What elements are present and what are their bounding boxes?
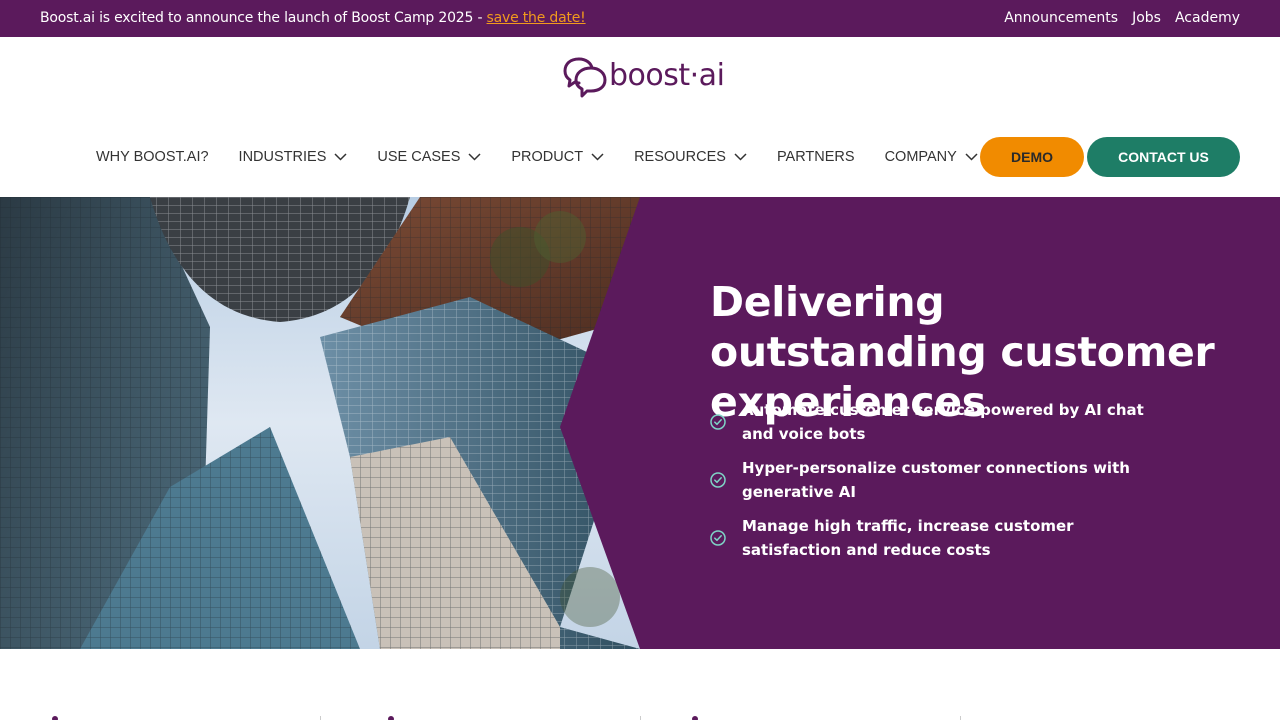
- section-icon-fragment: [692, 716, 698, 720]
- announcement-bar: Boost.ai is excited to announce the laun…: [0, 0, 1280, 37]
- nav-product[interactable]: PRODUCT: [511, 149, 604, 165]
- section-icon-fragment: [52, 716, 58, 720]
- announcements-link[interactable]: Announcements: [1004, 10, 1118, 26]
- utility-links: Announcements Jobs Academy: [1004, 10, 1240, 26]
- list-item: Manage high traffic, increase customer s…: [710, 514, 1170, 562]
- nav-industries[interactable]: INDUSTRIES: [239, 149, 348, 165]
- list-item: Automate customer service powered by AI …: [710, 398, 1170, 446]
- divider: [320, 716, 321, 720]
- divider: [960, 716, 961, 720]
- academy-link[interactable]: Academy: [1175, 10, 1240, 26]
- contact-us-button[interactable]: CONTACT US: [1087, 137, 1240, 177]
- nav-label: PARTNERS: [776, 149, 855, 165]
- chat-bubbles-logo-icon: [563, 57, 607, 98]
- jobs-link[interactable]: Jobs: [1132, 10, 1161, 26]
- announcement-text: Boost.ai is excited to announce the laun…: [40, 10, 487, 26]
- nav-resources[interactable]: RESOURCES: [634, 149, 747, 165]
- nav-label: USE CASES: [377, 149, 461, 165]
- main-nav: WHY BOOST.AI? INDUSTRIES USE CASES PRODU…: [96, 137, 1008, 177]
- logo-wordmark: boost·ai: [609, 57, 725, 93]
- section-icon-fragment: [388, 716, 394, 720]
- chevron-down-icon: [468, 153, 481, 161]
- benefit-text: Hyper-personalize customer connections w…: [742, 459, 1130, 501]
- hero-section: Delivering outstanding customer experien…: [0, 197, 1280, 649]
- check-circle-icon: [710, 414, 726, 430]
- nav-label: INDUSTRIES: [238, 149, 327, 165]
- nav-label: RESOURCES: [634, 149, 726, 165]
- nav-company[interactable]: COMPANY: [885, 149, 978, 165]
- nav-use-cases[interactable]: USE CASES: [377, 149, 481, 165]
- divider: [640, 716, 641, 720]
- skyscrapers-hero-image: [0, 197, 640, 649]
- chevron-down-icon: [334, 153, 347, 161]
- hero-benefits-list: Automate customer service powered by AI …: [710, 398, 1170, 572]
- save-the-date-link[interactable]: save the date!: [487, 10, 586, 26]
- demo-button[interactable]: DEMO: [980, 137, 1084, 177]
- boost-ai-logo[interactable]: boost·ai: [563, 55, 725, 99]
- nav-partners[interactable]: PARTNERS: [777, 149, 855, 165]
- chevron-down-icon: [734, 153, 747, 161]
- nav-label: PRODUCT: [511, 149, 584, 165]
- check-circle-icon: [710, 472, 726, 488]
- chevron-down-icon: [965, 153, 978, 161]
- nav-label: COMPANY: [884, 149, 957, 165]
- announcement-message: Boost.ai is excited to announce the laun…: [40, 10, 586, 26]
- benefit-text: Automate customer service powered by AI …: [742, 401, 1144, 443]
- list-item: Hyper-personalize customer connections w…: [710, 456, 1170, 504]
- chevron-down-icon: [591, 153, 604, 161]
- nav-why-boost[interactable]: WHY BOOST.AI?: [96, 149, 209, 165]
- nav-label: WHY BOOST.AI?: [96, 149, 209, 165]
- next-section-peek: [0, 700, 1280, 720]
- check-circle-icon: [710, 530, 726, 546]
- benefit-text: Manage high traffic, increase customer s…: [742, 517, 1074, 559]
